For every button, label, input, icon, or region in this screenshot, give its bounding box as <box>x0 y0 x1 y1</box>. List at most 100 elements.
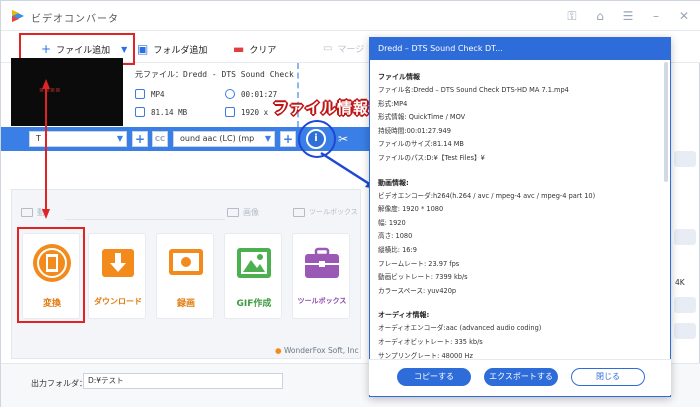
dialog-header: Dredd – DTS Sound Check DT... <box>370 38 670 60</box>
app-logo-icon <box>12 10 24 22</box>
chevron-down-icon: ▼ <box>264 134 271 143</box>
record-tile[interactable]: 録画 <box>156 233 214 319</box>
record-tile-label: 録画 <box>176 299 195 309</box>
output-folder-input[interactable]: D:¥テスト <box>83 373 283 389</box>
file-info-callout: ファイル情報 <box>273 99 370 117</box>
info-line: 形式:MP4 <box>378 99 408 108</box>
info-icon[interactable]: i <box>306 129 326 149</box>
audio-select[interactable]: ound aac (LC) (mp ▼ <box>173 131 275 147</box>
scrollbar[interactable] <box>664 62 668 182</box>
add-folder-button[interactable]: ▣ フォルダ追加 <box>137 42 207 56</box>
info-line: 縦横比: 16:9 <box>378 245 417 254</box>
red-arrow-annotation <box>42 79 50 219</box>
audio-info-heading: オーディオ情報: <box>378 311 430 320</box>
gif-tile[interactable]: GIF作成 <box>224 233 282 319</box>
highlight-box-convert <box>17 227 85 323</box>
scissors-icon[interactable]: ✂ <box>338 132 348 146</box>
tab-image-label: 画像 <box>243 208 259 217</box>
info-line: 持続時間:00:01:27.949 <box>378 126 451 135</box>
resolution-info: 1920 x <box>225 107 268 117</box>
info-line: ファイルのサイズ:81.14 MB <box>378 140 464 149</box>
info-line: 動画ビットレート: 7399 kb/s <box>378 273 468 282</box>
size-value: 81.14 MB <box>151 107 188 117</box>
app-title: ビデオコンバータ <box>31 14 119 25</box>
format-info: MP4 <box>135 89 165 99</box>
audio-select-value: ound aac (LC) (mp <box>180 134 255 143</box>
dialog-title: Dredd – DTS Sound Check DT... <box>378 44 503 53</box>
download-tile-label: ダウンロード <box>94 297 142 306</box>
duration-value: 00:01:27 <box>241 89 278 99</box>
side-label: 4K <box>675 278 685 287</box>
add-folder-label: フォルダ追加 <box>153 45 208 56</box>
source-file-name: 元ファイル：Dredd - DTS Sound Check <box>135 70 294 79</box>
section-divider <box>65 219 225 220</box>
size-info: 81.14 MB <box>135 107 187 117</box>
tab-toolbox-label: ツールボックス <box>309 208 358 216</box>
info-line: カラースペース: yuv420p <box>378 286 457 295</box>
side-button[interactable] <box>674 229 696 245</box>
cc-icon[interactable]: CC <box>152 131 168 147</box>
info-line: 形式情報: QuickTime / MOV <box>378 113 466 122</box>
info-line: ファイルのパス:D:¥【Test Files】¥ <box>378 153 485 162</box>
info-line: ビデオエンコーダ:h264(h.264 / avc / mpeg-4 avc /… <box>378 191 596 200</box>
gif-image-icon <box>237 248 271 278</box>
brand-label: WonderFox Soft, Inc <box>283 346 359 355</box>
toolbox-icon <box>305 247 339 278</box>
video-icon <box>21 208 33 217</box>
trash-icon: ▬ <box>233 42 245 56</box>
merge-label: マージ <box>337 45 365 55</box>
screen-record-icon <box>169 249 203 275</box>
main-window: ビデオコンバータ ⚿ ⌂ ☰ – ✕ + ファイル追加 ▼ ▣ フォルダ追加 ▬… <box>0 0 700 407</box>
clock-icon <box>225 89 235 99</box>
output-folder-label: 出力フォルダ： <box>31 379 87 388</box>
info-line: 幅: 1920 <box>378 218 406 227</box>
video-info-heading: 動画情報: <box>378 178 409 187</box>
download-tile[interactable]: ダウンロード <box>88 233 146 319</box>
minimize-icon[interactable]: – <box>647 7 665 25</box>
title-bar: ビデオコンバータ ⚿ ⌂ ☰ – ✕ <box>1 1 700 31</box>
cart-icon[interactable]: ⌂ <box>591 7 609 25</box>
chevron-down-icon: ▼ <box>116 134 123 143</box>
image-icon <box>227 208 239 217</box>
toolbox-small-icon <box>293 207 305 217</box>
info-line: 高さ: 1080 <box>378 232 413 241</box>
close-button[interactable]: 閉じる <box>571 368 645 386</box>
clear-label: クリア <box>249 45 277 56</box>
info-line: 解像度: 1920 * 1080 <box>378 205 444 214</box>
side-button[interactable] <box>674 151 696 167</box>
info-line: オーディオビットレート: 335 kb/s <box>378 337 483 346</box>
resolution-icon <box>225 107 235 117</box>
download-icon <box>102 249 134 277</box>
key-icon[interactable]: ⚿ <box>563 7 581 25</box>
export-button[interactable]: エクスポートする <box>484 368 558 386</box>
format-icon <box>135 89 145 99</box>
tab-toolbox[interactable]: ツールボックス <box>293 207 358 217</box>
window-controls: ⚿ ⌂ ☰ – ✕ <box>563 7 693 25</box>
toolbox-tile[interactable]: ツールボックス <box>292 233 350 319</box>
info-line: ファイル名:Dredd – DTS Sound Check DTS-HD MA … <box>378 86 569 94</box>
wonderfox-logo-icon: ● <box>275 346 282 355</box>
toolbox-tile-label: ツールボックス <box>297 297 347 305</box>
folder-add-icon: ▣ <box>137 42 149 56</box>
size-icon <box>135 107 145 117</box>
side-button[interactable] <box>674 297 696 313</box>
menu-icon[interactable]: ☰ <box>619 7 637 25</box>
merge-icon: ▭ <box>323 43 333 54</box>
format-value: MP4 <box>151 89 165 99</box>
copy-button[interactable]: コピーする <box>397 368 471 386</box>
clear-button[interactable]: ▬ クリア <box>233 42 276 56</box>
add-subtitle-button[interactable]: + <box>132 131 148 147</box>
video-thumbnail[interactable]: ▪▪▪▪ <box>11 58 123 126</box>
file-info-dialog: Dredd – DTS Sound Check DT... ファイル情報 ファイ… <box>369 37 671 397</box>
gif-tile-label: GIF作成 <box>236 299 272 309</box>
close-icon[interactable]: ✕ <box>675 7 693 25</box>
info-line: フレームレート: 23.97 fps <box>378 259 460 268</box>
subtitle-select-value: T <box>36 134 41 143</box>
resolution-value: 1920 x <box>241 107 269 117</box>
tab-image[interactable]: 画像 <box>227 207 259 218</box>
side-button[interactable] <box>674 323 696 339</box>
add-audio-button[interactable]: + <box>280 131 296 147</box>
dialog-body: ファイル情報 ファイル名:Dredd – DTS Sound Check DTS… <box>378 70 658 363</box>
duration-info: 00:01:27 <box>225 89 277 99</box>
merge-button[interactable]: ▭ マージ <box>323 42 364 55</box>
